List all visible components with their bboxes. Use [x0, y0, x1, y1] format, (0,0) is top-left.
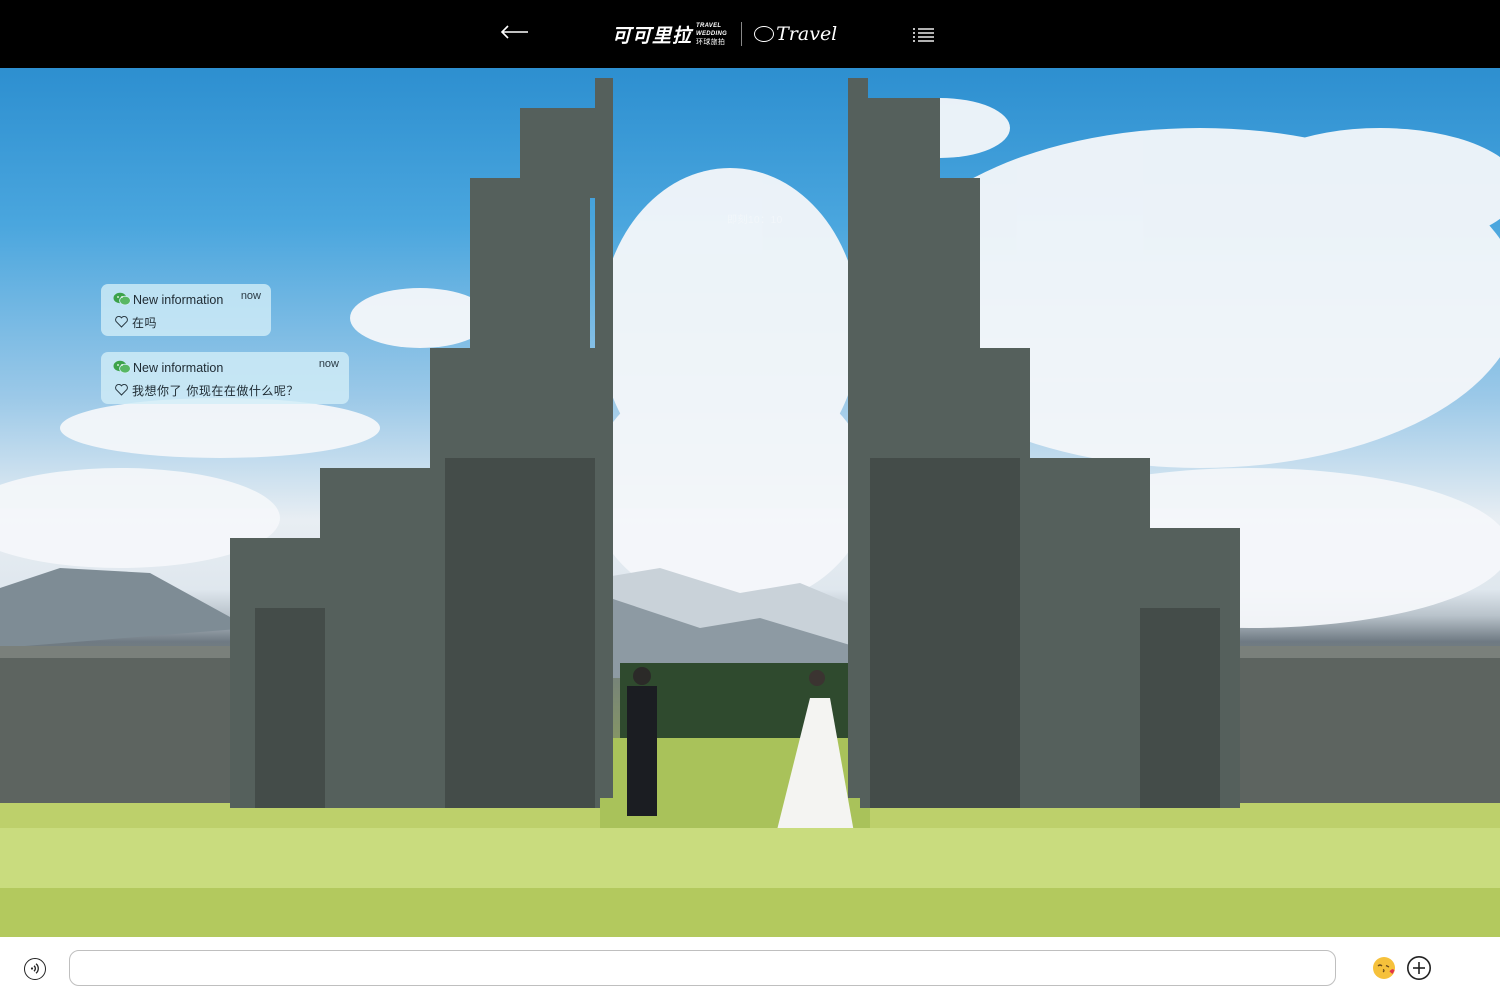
emoji-button[interactable]: [1371, 955, 1397, 981]
logo-en-line2: WEDDING: [696, 30, 728, 37]
emoji-kiss-icon: [1373, 957, 1395, 979]
heart-icon: [115, 316, 128, 328]
voice-icon: [30, 963, 39, 974]
wedding-photo: 即刻10：10: [0, 68, 1500, 937]
notification-card[interactable]: New information now 我想你了 你现在在做什么呢？: [101, 352, 349, 404]
logo-ring-icon: [754, 26, 775, 42]
logo-sub-cn: 环球旅拍: [696, 38, 726, 46]
logo-travel-text: Travel: [776, 23, 838, 45]
logo-chinese-text: 可可里拉: [612, 24, 693, 47]
time-label: 即刻10：10: [727, 215, 783, 226]
menu-button[interactable]: [912, 27, 936, 43]
message-input[interactable]: [69, 950, 1336, 986]
heart-icon: [115, 384, 128, 396]
notification-card[interactable]: New information now 在吗: [101, 284, 271, 336]
logo-travel: Travel: [754, 23, 837, 45]
logo-subtitle: TRAVEL WEDDING 环球旅拍: [696, 22, 727, 47]
voice-button[interactable]: [24, 958, 46, 980]
top-bar: 可可里拉 TRAVEL WEDDING 环球旅拍 Travel: [0, 0, 1500, 68]
notification-time: now: [318, 358, 339, 370]
notification-message: 我想你了 你现在在做什么呢？: [132, 384, 299, 398]
logo-en-line1: TRAVEL: [696, 22, 722, 29]
notification-title: New information: [133, 293, 224, 307]
plus-circle-icon: [1407, 956, 1431, 980]
wechat-icon: [113, 360, 131, 374]
wechat-icon: [113, 292, 131, 306]
notification-message: 在吗: [132, 316, 158, 330]
notification-time: now: [240, 290, 261, 302]
photo-scene: [0, 78, 1500, 937]
notification-title: New information: [133, 361, 224, 375]
logo-divider: [741, 22, 743, 46]
add-button[interactable]: [1406, 955, 1432, 981]
back-button[interactable]: [498, 20, 530, 44]
arrow-left-icon: [500, 25, 528, 39]
menu-list-icon: [913, 28, 934, 42]
bottom-bar: [0, 937, 1500, 1001]
brand-logo: 可可里拉 TRAVEL WEDDING 环球旅拍 Travel: [612, 18, 837, 50]
